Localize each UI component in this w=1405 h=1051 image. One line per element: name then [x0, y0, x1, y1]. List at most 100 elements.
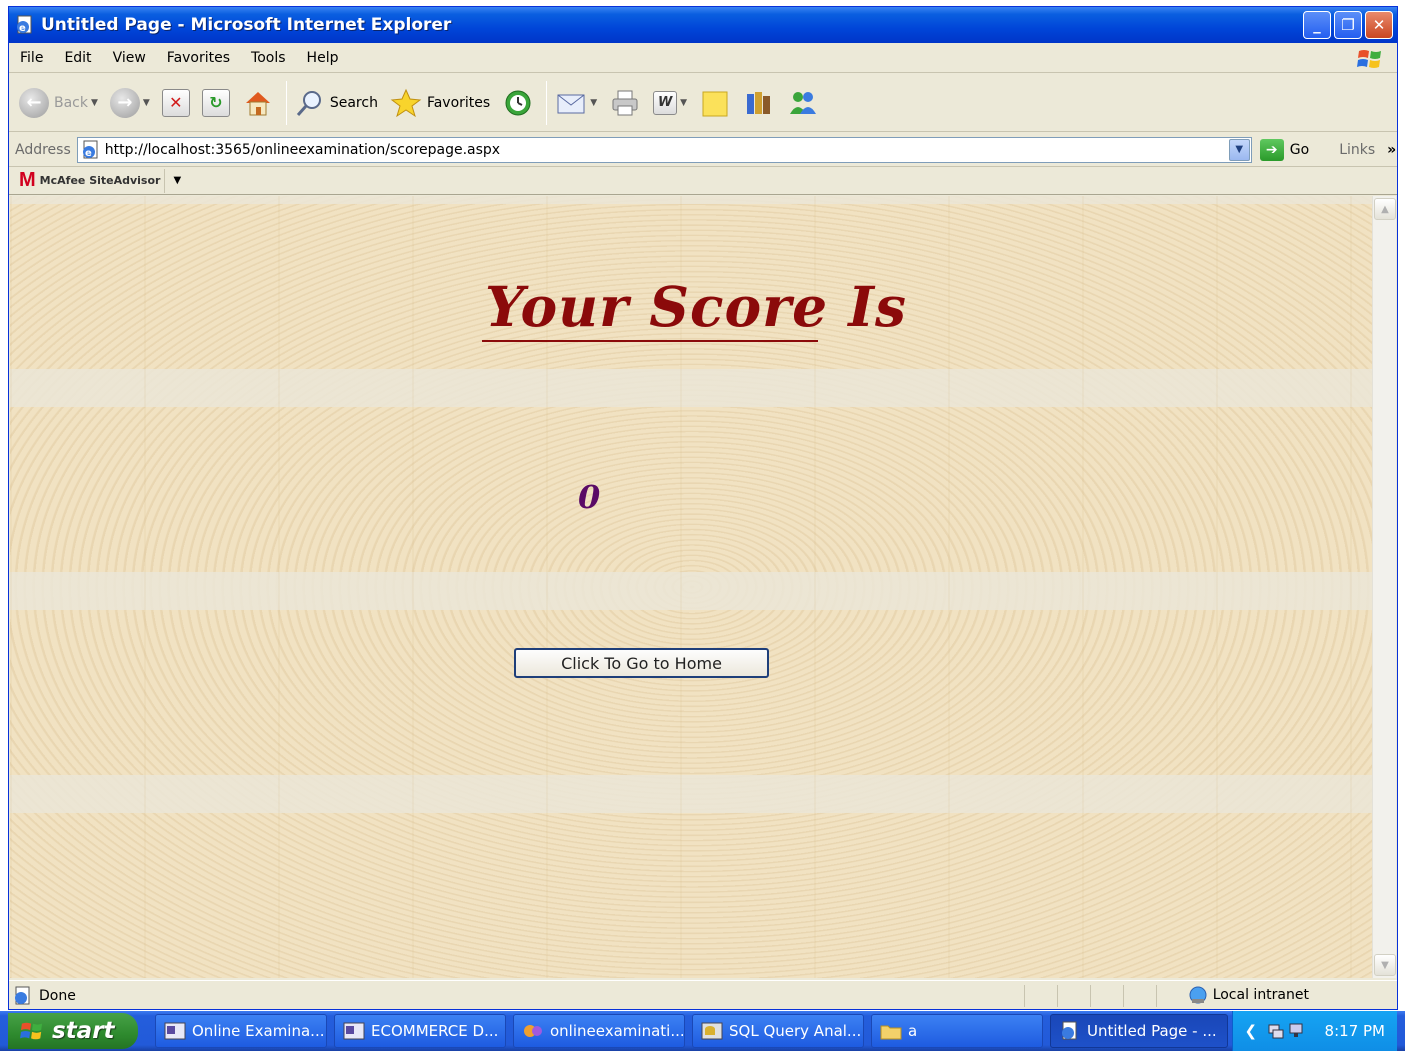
address-label: Address	[15, 141, 71, 158]
status-panel	[1057, 985, 1090, 1007]
zone-label: Local intranet	[1212, 987, 1309, 1003]
research-button[interactable]	[743, 88, 775, 118]
mail-dropdown-icon[interactable]: ▼	[590, 98, 597, 108]
minimize-button[interactable]: _	[1303, 11, 1331, 39]
go-label: Go	[1289, 141, 1310, 158]
stop-icon: ✕	[161, 88, 190, 117]
mcafee-toolbar: M McAfee SiteAdvisor ▼	[9, 167, 1397, 195]
page-icon: e	[81, 140, 101, 160]
status-bar: Done Local intranet	[9, 980, 1397, 1010]
edit-button[interactable]: W ▼	[653, 90, 687, 115]
back-button[interactable]: ← Back ▼	[19, 87, 98, 118]
refresh-icon: ↻	[201, 88, 230, 117]
vertical-scrollbar[interactable]: ▲ ▼	[1372, 196, 1396, 978]
network-icon[interactable]	[1267, 1022, 1285, 1040]
address-url: http://localhost:3565/onlineexamination/…	[104, 141, 501, 158]
start-label: start	[52, 1018, 115, 1044]
go-home-button[interactable]: Click To Go to Home	[514, 648, 769, 678]
mail-button[interactable]: ▼	[555, 88, 597, 118]
score-value: 0	[578, 478, 601, 516]
menu-file[interactable]: File	[20, 50, 43, 66]
sql-analyzer-icon	[701, 1022, 723, 1040]
word-edit-icon: W	[653, 90, 678, 115]
task-label: onlineexaminati...	[550, 1022, 685, 1040]
home-icon	[245, 91, 270, 115]
edit-dropdown-icon[interactable]: ▼	[680, 98, 687, 108]
home-toolbar-button[interactable]	[242, 88, 274, 118]
ie-page-icon: e	[15, 15, 35, 35]
menu-edit[interactable]: Edit	[64, 50, 91, 66]
favorites-button[interactable]: Favorites	[390, 88, 490, 118]
task-label: Online Examina...	[192, 1022, 325, 1040]
note-button[interactable]	[699, 88, 731, 118]
close-button[interactable]: ✕	[1365, 11, 1393, 39]
task-online-examina[interactable]: Online Examina...	[155, 1014, 327, 1048]
svg-text:e: e	[19, 23, 26, 34]
go-button[interactable]: ➔ Go	[1259, 138, 1310, 161]
ie-window: e Untitled Page - Microsoft Internet Exp…	[8, 6, 1398, 1010]
menu-help[interactable]: Help	[307, 50, 339, 66]
windows-logo-icon	[20, 1022, 43, 1040]
svg-text:e: e	[85, 148, 92, 159]
network-icon[interactable]	[1289, 1022, 1307, 1040]
refresh-button[interactable]: ↻	[201, 88, 230, 117]
task-onlineexaminati[interactable]: onlineexaminati...	[513, 1014, 685, 1048]
history-button[interactable]	[502, 88, 534, 118]
address-dropdown-icon[interactable]: ▼	[1228, 138, 1250, 161]
status-text: Done	[39, 987, 76, 1004]
back-dropdown-icon[interactable]: ▼	[91, 98, 98, 108]
toolbar-separator	[285, 80, 287, 125]
ie-page-icon	[1062, 1021, 1077, 1040]
mcafee-siteadvisor-button[interactable]: M McAfee SiteAdvisor	[15, 168, 166, 193]
mcafee-dropdown-icon[interactable]: ▼	[173, 175, 181, 186]
page-done-icon	[13, 986, 33, 1006]
menu-view[interactable]: View	[113, 50, 146, 66]
address-bar: Address e http://localhost:3565/onlineex…	[9, 133, 1397, 167]
task-sql-query-analyzer[interactable]: SQL Query Anal...	[692, 1014, 864, 1048]
links-label[interactable]: Links	[1339, 142, 1375, 158]
scroll-up-icon[interactable]: ▲	[1374, 198, 1396, 220]
title-bar[interactable]: e Untitled Page - Microsoft Internet Exp…	[9, 7, 1397, 43]
status-panel	[1090, 985, 1123, 1007]
task-label: Untitled Page - ...	[1087, 1022, 1217, 1040]
mcafee-label: McAfee SiteAdvisor	[39, 174, 161, 187]
start-button[interactable]: start	[8, 1013, 138, 1049]
search-icon	[296, 90, 321, 116]
messenger-button[interactable]	[787, 88, 819, 118]
menu-favorites[interactable]: Favorites	[167, 50, 230, 66]
tray-expand-icon[interactable]: ❮	[1245, 1022, 1263, 1040]
status-panel	[1024, 985, 1057, 1007]
forward-arrow-icon: →	[109, 87, 140, 118]
print-button[interactable]	[609, 88, 641, 118]
status-panel	[1156, 985, 1189, 1007]
taskbar: start Online Examina... ECOMMERCE D... o…	[0, 1011, 1405, 1051]
task-ecommerce[interactable]: ECOMMERCE D...	[334, 1014, 506, 1048]
status-panel	[1123, 985, 1156, 1007]
forward-dropdown-icon[interactable]: ▼	[143, 98, 150, 108]
clock[interactable]: 8:17 PM	[1325, 1022, 1385, 1040]
address-input[interactable]: e http://localhost:3565/onlineexaminatio…	[76, 136, 1252, 163]
mcafee-logo-icon: M	[19, 169, 36, 191]
back-arrow-icon: ←	[19, 87, 49, 118]
standard-toolbar: ← Back ▼ → ▼ ✕ ↻ Search Favorites ▼ W ▼	[9, 74, 1397, 132]
score-heading: Your Score Is	[485, 274, 907, 339]
stop-button[interactable]: ✕	[161, 88, 190, 117]
back-label: Back	[54, 94, 88, 111]
task-label: ECOMMERCE D...	[371, 1022, 499, 1040]
go-arrow-icon: ➔	[1259, 138, 1284, 161]
folder-icon	[880, 1025, 902, 1040]
printer-icon	[612, 90, 638, 115]
heading-underline	[482, 340, 818, 342]
chevron-right-icon[interactable]: »	[1387, 142, 1396, 158]
search-button[interactable]: Search	[295, 88, 378, 118]
restore-button[interactable]: ❐	[1334, 11, 1362, 39]
task-folder-a[interactable]: a	[871, 1014, 1043, 1048]
visual-studio-icon	[164, 1022, 186, 1040]
menu-tools[interactable]: Tools	[251, 50, 286, 66]
task-untitled-page[interactable]: Untitled Page - ...	[1050, 1014, 1228, 1048]
scroll-down-icon[interactable]: ▼	[1374, 954, 1396, 976]
system-tray: ❮ 8:17 PM	[1232, 1011, 1397, 1051]
forward-button[interactable]: → ▼	[109, 87, 150, 118]
visual-studio-icon	[343, 1022, 365, 1040]
search-label: Search	[329, 94, 378, 111]
